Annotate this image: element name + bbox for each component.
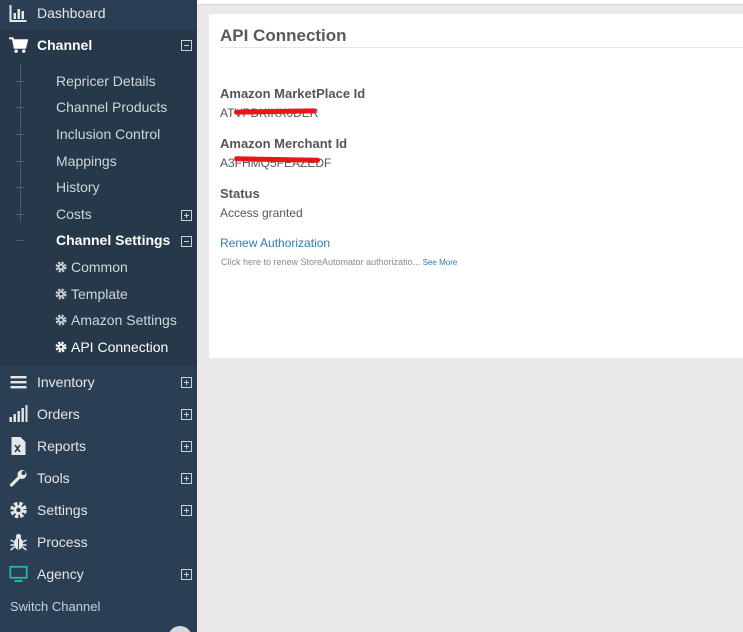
sub-item-api-connection[interactable]: API Connection — [0, 335, 197, 359]
sub-item-repricer-details[interactable]: Repricer Details — [0, 69, 197, 93]
bar-chart-icon — [9, 5, 27, 22]
sub-item-costs[interactable]: Costs — [0, 202, 197, 226]
nav-inventory[interactable]: Inventory — [0, 367, 197, 397]
expand-icon[interactable] — [181, 569, 192, 580]
nav-dashboard-label: Dashboard — [37, 5, 106, 21]
expand-icon[interactable] — [181, 505, 192, 516]
nav-agency[interactable]: Agency — [0, 559, 197, 589]
collapse-icon[interactable] — [181, 236, 192, 247]
sub-item-inclusion-control[interactable]: Inclusion Control — [0, 122, 197, 146]
collapse-icon[interactable] — [181, 40, 192, 51]
top-bar — [197, 0, 743, 5]
marketplace-id-label: Amazon MarketPlace Id — [220, 86, 366, 101]
nav-channel-label: Channel — [37, 37, 93, 53]
sub-item-template[interactable]: Template — [0, 282, 197, 306]
signal-bars-icon — [9, 405, 28, 422]
wrench-icon — [9, 470, 27, 487]
expand-icon[interactable] — [181, 210, 192, 221]
nav-dashboard[interactable]: Dashboard — [0, 0, 197, 28]
expand-icon[interactable] — [181, 473, 192, 484]
nav-orders[interactable]: Orders — [0, 399, 197, 429]
expand-icon[interactable] — [181, 377, 192, 388]
expand-icon[interactable] — [181, 441, 192, 452]
list-icon — [10, 376, 27, 389]
sub-item-mappings[interactable]: Mappings — [0, 149, 197, 173]
nav-reports[interactable]: Reports — [0, 431, 197, 461]
expand-icon[interactable] — [181, 409, 192, 420]
gear-icon — [55, 314, 67, 326]
sub-item-channel-products[interactable]: Channel Products — [0, 95, 197, 119]
renew-help-text: Click here to renew StoreAutomator autho… — [221, 257, 458, 267]
sub-item-channel-settings[interactable]: Channel Settings — [0, 228, 197, 252]
bug-icon — [10, 533, 27, 551]
gear-icon — [55, 341, 67, 353]
gear-icon — [55, 288, 67, 300]
page-title: API Connection — [220, 26, 347, 45]
sub-item-amazon-settings[interactable]: Amazon Settings — [0, 308, 197, 332]
api-connection-panel: API Connection Amazon MarketPlace Id ATV… — [209, 14, 743, 358]
gear-icon — [55, 261, 67, 273]
scroll-top-button[interactable] — [168, 626, 192, 632]
sub-item-history[interactable]: History — [0, 175, 197, 199]
merchant-id-label: Amazon Merchant Id — [220, 136, 348, 151]
sidebar: Dashboard Channel Repricer Details Chann… — [0, 0, 197, 632]
nav-tools[interactable]: Tools — [0, 463, 197, 493]
renew-authorization-link[interactable]: Renew Authorization — [220, 236, 330, 250]
nav-channel[interactable]: Channel — [0, 30, 197, 60]
switch-channel-link[interactable]: Switch Channel — [10, 599, 100, 614]
gear-icon — [10, 501, 27, 519]
monitor-icon — [9, 565, 28, 582]
nav-process[interactable]: Process — [0, 527, 197, 557]
shopping-cart-icon — [9, 37, 28, 53]
title-divider — [220, 47, 743, 48]
excel-file-icon — [11, 437, 26, 455]
sub-item-common[interactable]: Common — [0, 255, 197, 279]
nav-settings[interactable]: Settings — [0, 495, 197, 525]
status-label: Status — [220, 186, 260, 201]
status-value: Access granted — [220, 206, 303, 220]
see-more-link[interactable]: See More — [423, 258, 458, 267]
